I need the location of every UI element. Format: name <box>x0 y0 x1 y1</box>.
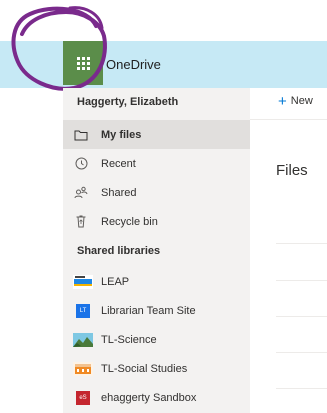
trash-icon <box>73 214 89 230</box>
library-label: TL-Science <box>101 333 157 346</box>
file-row-divider <box>276 316 327 317</box>
user-name: Haggerty, Elizabeth <box>77 96 179 108</box>
new-button[interactable]: + New <box>278 92 313 110</box>
file-row-divider <box>276 388 327 389</box>
library-label: Librarian Team Site <box>101 304 196 317</box>
clock-icon <box>73 156 89 172</box>
leap-logo-icon <box>73 274 93 289</box>
app-launcher-button[interactable] <box>63 41 103 85</box>
library-tl-social-studies[interactable]: TL-Social Studies <box>63 354 250 383</box>
nav-shared[interactable]: Shared <box>63 178 250 207</box>
nav-my-files[interactable]: My files <box>63 120 250 149</box>
file-row-divider <box>276 243 327 244</box>
library-librarian-team-site[interactable]: LT Librarian Team Site <box>63 296 250 325</box>
library-initials-icon: LT <box>76 303 90 318</box>
nav-recent[interactable]: Recent <box>63 149 250 178</box>
folder-icon <box>73 127 89 143</box>
buildings-icon <box>73 361 93 376</box>
library-leap[interactable]: LEAP <box>63 267 250 296</box>
new-button-label: New <box>290 95 313 107</box>
nav-recycle-bin[interactable]: Recycle bin <box>63 207 250 236</box>
landscape-icon <box>73 332 93 347</box>
library-label: ehaggerty Sandbox <box>101 391 197 404</box>
nav-label: Recent <box>101 157 136 170</box>
nav-label: My files <box>101 128 142 141</box>
command-bar-divider <box>250 119 327 120</box>
library-ehaggerty-sandbox[interactable]: eS ehaggerty Sandbox <box>63 383 250 412</box>
plus-icon: + <box>278 92 287 110</box>
page-title: Files <box>276 162 308 179</box>
main-content: + New Files <box>250 88 327 413</box>
library-label: TL-Social Studies <box>101 362 188 375</box>
people-icon <box>73 185 89 201</box>
file-row-divider <box>276 280 327 281</box>
left-nav: Haggerty, Elizabeth My files Recent Shar… <box>63 88 250 413</box>
shared-libraries-heading: Shared libraries <box>77 245 161 257</box>
library-label: LEAP <box>101 275 130 288</box>
library-initials-icon: eS <box>76 390 90 405</box>
app-title[interactable]: OneDrive <box>106 57 161 72</box>
file-row-divider <box>276 352 327 353</box>
nav-label: Recycle bin <box>101 215 158 228</box>
suite-header <box>0 41 327 88</box>
library-tl-science[interactable]: TL-Science <box>63 325 250 354</box>
nav-label: Shared <box>101 186 137 199</box>
waffle-icon <box>76 56 90 70</box>
